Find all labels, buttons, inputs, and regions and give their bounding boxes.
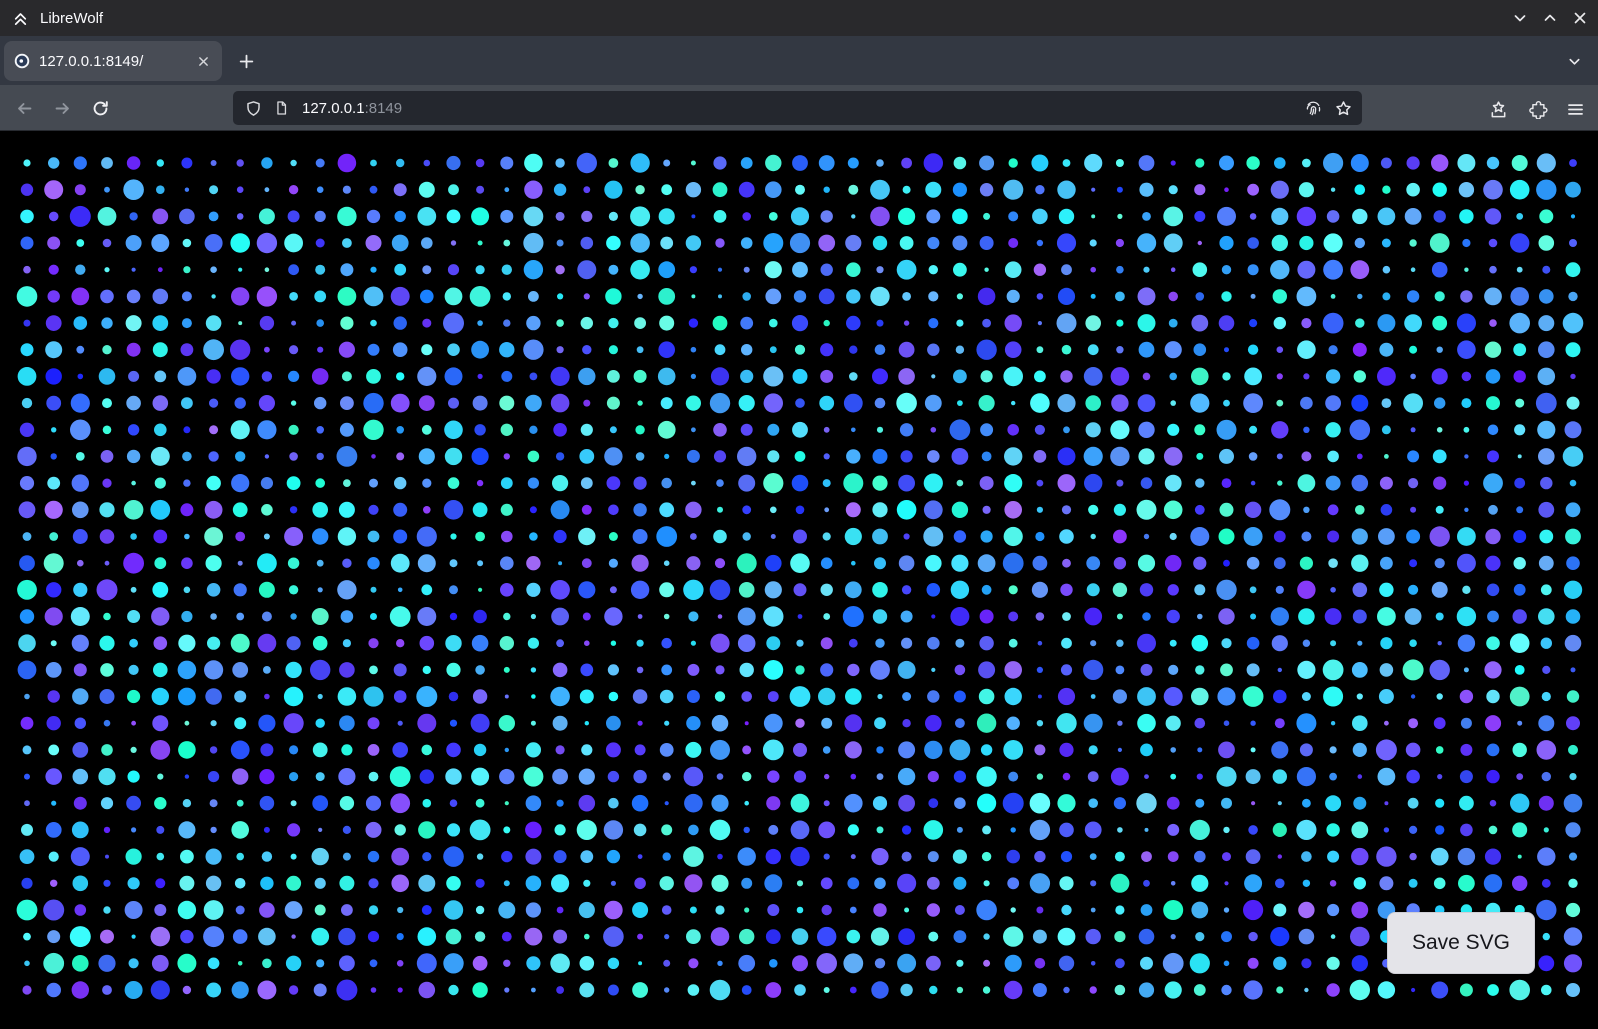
close-icon[interactable] [1571, 10, 1588, 27]
tab-favicon-icon [14, 53, 30, 69]
menu-hamburger-icon[interactable] [1563, 97, 1587, 121]
save-svg-button[interactable]: Save SVG [1387, 912, 1535, 974]
tab-active[interactable]: 127.0.0.1:8149/ [4, 41, 222, 81]
fingerprint-protection-icon[interactable] [1304, 99, 1323, 118]
bookmarks-tray-icon[interactable] [1486, 97, 1510, 121]
url-port: :8149 [365, 100, 403, 117]
window-controls [1511, 0, 1588, 36]
new-tab-button[interactable] [231, 49, 261, 73]
tab-title: 127.0.0.1:8149/ [39, 53, 192, 70]
navigation-toolbar: 127.0.0.1:8149 [0, 85, 1598, 131]
double-chevron-up-icon [12, 10, 29, 27]
forward-button[interactable] [50, 96, 74, 120]
bookmark-star-icon[interactable] [1335, 100, 1352, 117]
tracking-shield-icon[interactable] [245, 100, 262, 117]
extensions-puzzle-icon[interactable] [1526, 97, 1550, 121]
page-info-icon[interactable] [274, 100, 289, 116]
url-host: 127.0.0.1 [302, 100, 365, 117]
url-text: 127.0.0.1:8149 [302, 100, 402, 117]
window-title: LibreWolf [40, 10, 103, 27]
reload-button[interactable] [88, 96, 112, 120]
maximize-icon[interactable] [1541, 10, 1558, 27]
dot-pattern-canvas [0, 131, 1598, 1029]
tab-close-icon[interactable] [192, 50, 214, 72]
url-bar[interactable]: 127.0.0.1:8149 [233, 91, 1362, 125]
tab-bar: 127.0.0.1:8149/ [0, 36, 1598, 85]
minimize-icon[interactable] [1511, 10, 1528, 27]
page-viewport: Save SVG [0, 131, 1598, 1029]
list-all-tabs-chevron-down-icon[interactable] [1562, 49, 1586, 73]
back-button[interactable] [12, 96, 36, 120]
window-titlebar: LibreWolf [0, 0, 1598, 36]
